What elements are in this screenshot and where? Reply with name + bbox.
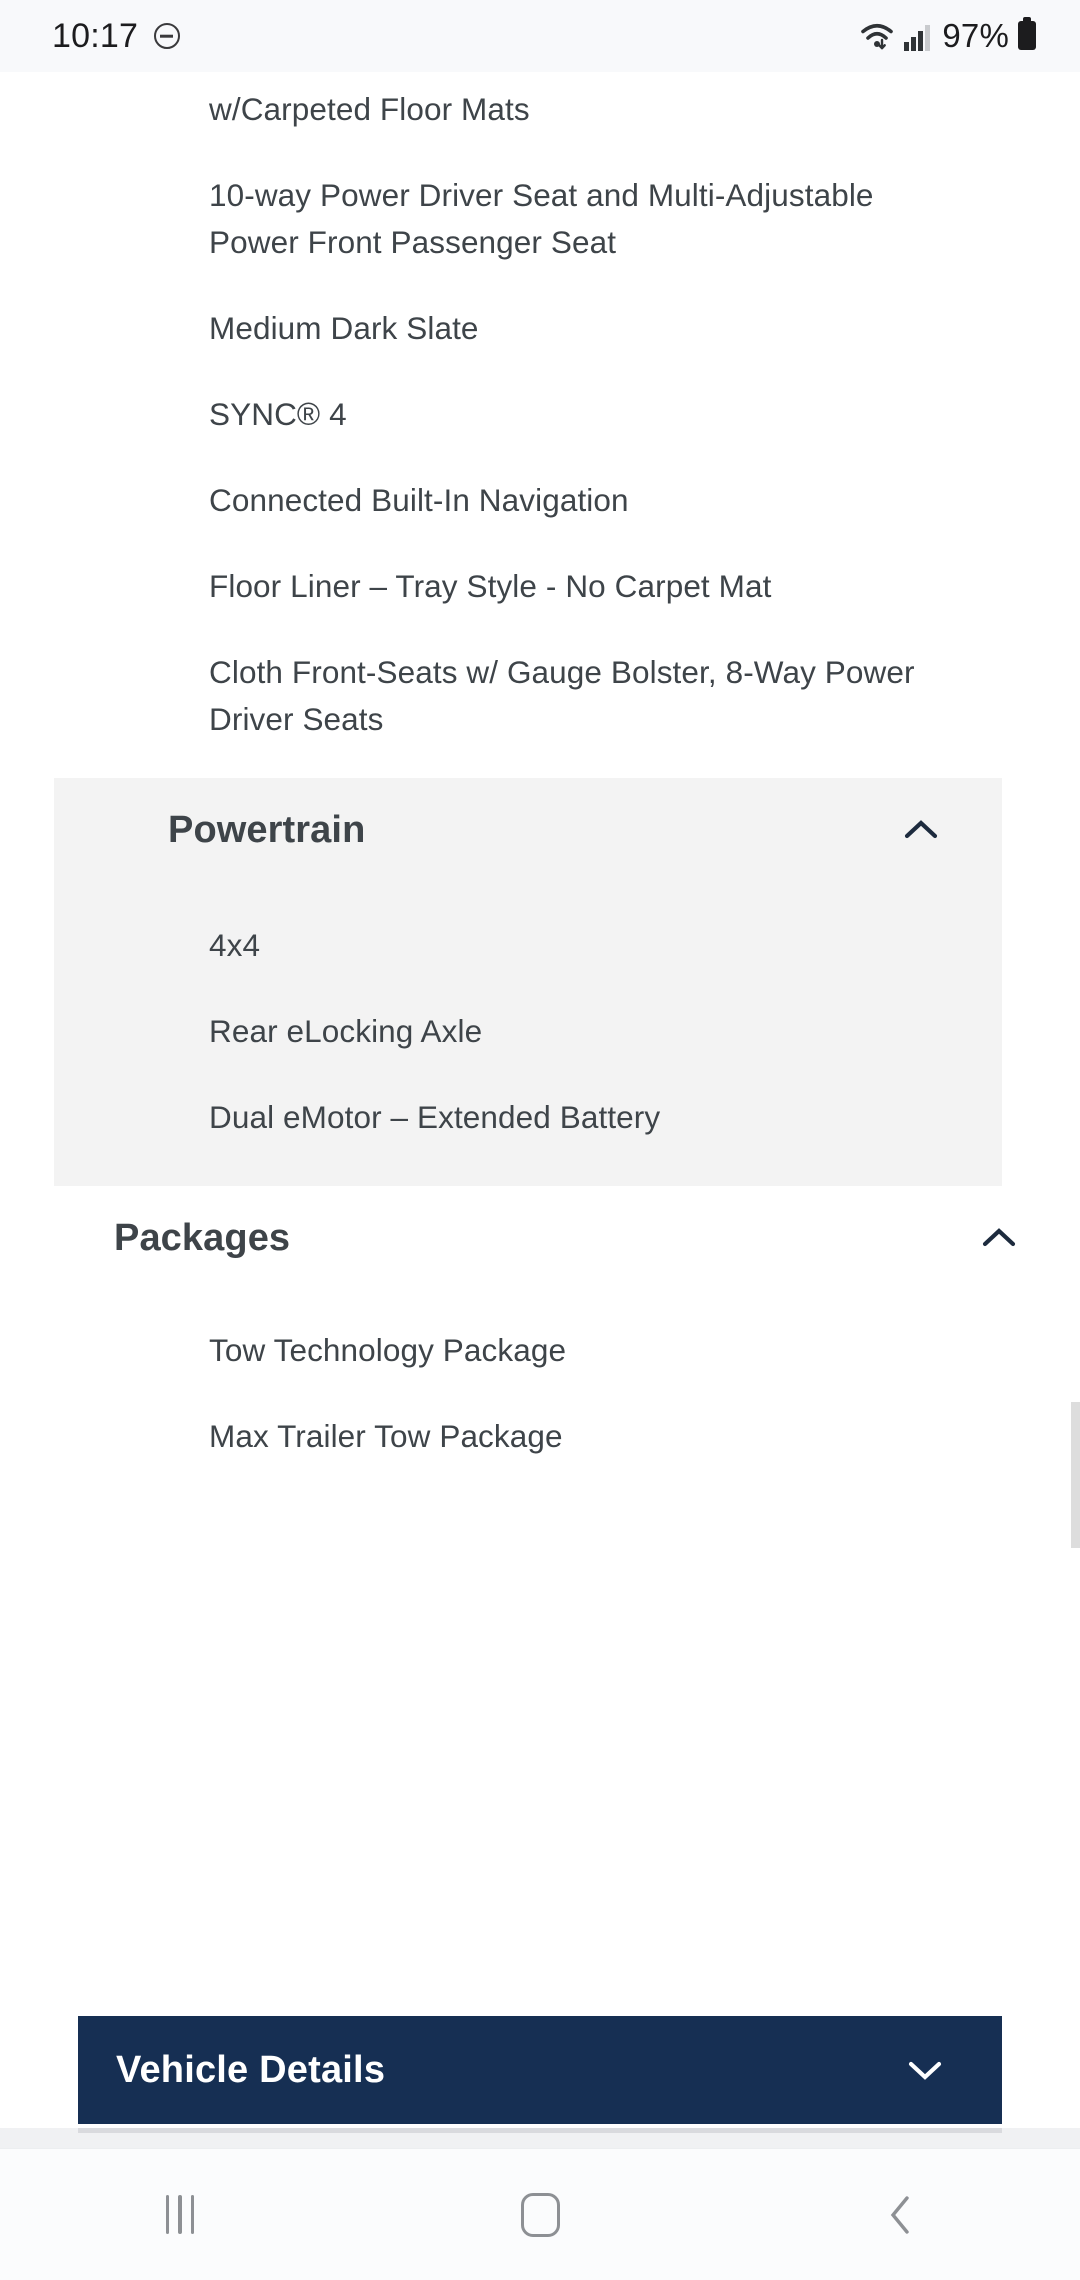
wifi-icon <box>860 21 894 51</box>
home-button[interactable] <box>360 2149 720 2280</box>
back-icon <box>883 2193 917 2237</box>
chevron-up-icon[interactable] <box>976 1215 1022 1261</box>
packages-section: Packages Tow Technology Package Max Trai… <box>0 1186 1080 1460</box>
feature-list-scroll-area[interactable]: w/Carpeted Floor Mats 10-way Power Drive… <box>0 72 1080 2148</box>
recents-icon <box>165 2195 195 2234</box>
chevron-up-icon[interactable] <box>898 807 944 853</box>
packages-section-header[interactable]: Packages <box>0 1186 1080 1290</box>
status-bar: 10:17 97% <box>0 0 1080 72</box>
feature-item: Rear eLocking Axle <box>209 1013 483 1049</box>
feature-item: w/Carpeted Floor Mats <box>209 91 530 127</box>
clipped-text-remnant <box>0 72 1080 82</box>
feature-item: Tow Technology Package <box>209 1332 567 1368</box>
do-not-disturb-icon <box>154 23 181 49</box>
feature-item: 10-way Power Driver Seat and Multi-Adjus… <box>209 177 874 260</box>
android-navigation-bar <box>0 2148 1080 2280</box>
feature-item: SYNC® 4 <box>209 396 347 432</box>
section-title: Powertrain <box>168 808 366 851</box>
feature-item: Dual eMotor – Extended Battery <box>209 1099 661 1135</box>
status-bar-left: 10:17 <box>52 16 181 56</box>
home-icon <box>520 2192 560 2237</box>
cellular-signal-icon <box>903 21 933 51</box>
feature-item: Cloth Front-Seats w/ Gauge Bolster, 8-Wa… <box>209 654 915 737</box>
recents-button[interactable] <box>0 2149 360 2280</box>
vertical-scrollbar-thumb[interactable] <box>1071 1402 1080 1548</box>
back-button[interactable] <box>720 2149 1080 2280</box>
feature-item: Floor Liner – Tray Style - No Carpet Mat <box>209 568 772 604</box>
status-bar-clock: 10:17 <box>52 16 139 55</box>
powertrain-section-header[interactable]: Powertrain <box>54 778 1002 882</box>
feature-item: Connected Built-In Navigation <box>209 482 629 518</box>
battery-percent-label: 97% <box>942 17 1009 54</box>
battery-icon <box>1018 17 1036 50</box>
feature-item: Max Trailer Tow Package <box>209 1418 563 1454</box>
vehicle-details-bar[interactable]: Vehicle Details <box>78 2016 1002 2124</box>
feature-item: Medium Dark Slate <box>209 310 479 346</box>
phone-screen: 10:17 97% w/Carpeted Floor Mats 10-way P… <box>0 0 1080 2280</box>
page-bottom-divider <box>0 2128 1080 2148</box>
section-title: Packages <box>114 1216 291 1259</box>
feature-item: 4x4 <box>209 927 261 963</box>
vehicle-details-label: Vehicle Details <box>116 2048 386 2091</box>
powertrain-section: Powertrain 4x4 Rear eLocking Axle Dual e… <box>54 778 1002 1186</box>
status-bar-right: 97% <box>860 17 1036 54</box>
chevron-down-icon[interactable] <box>902 2047 948 2093</box>
